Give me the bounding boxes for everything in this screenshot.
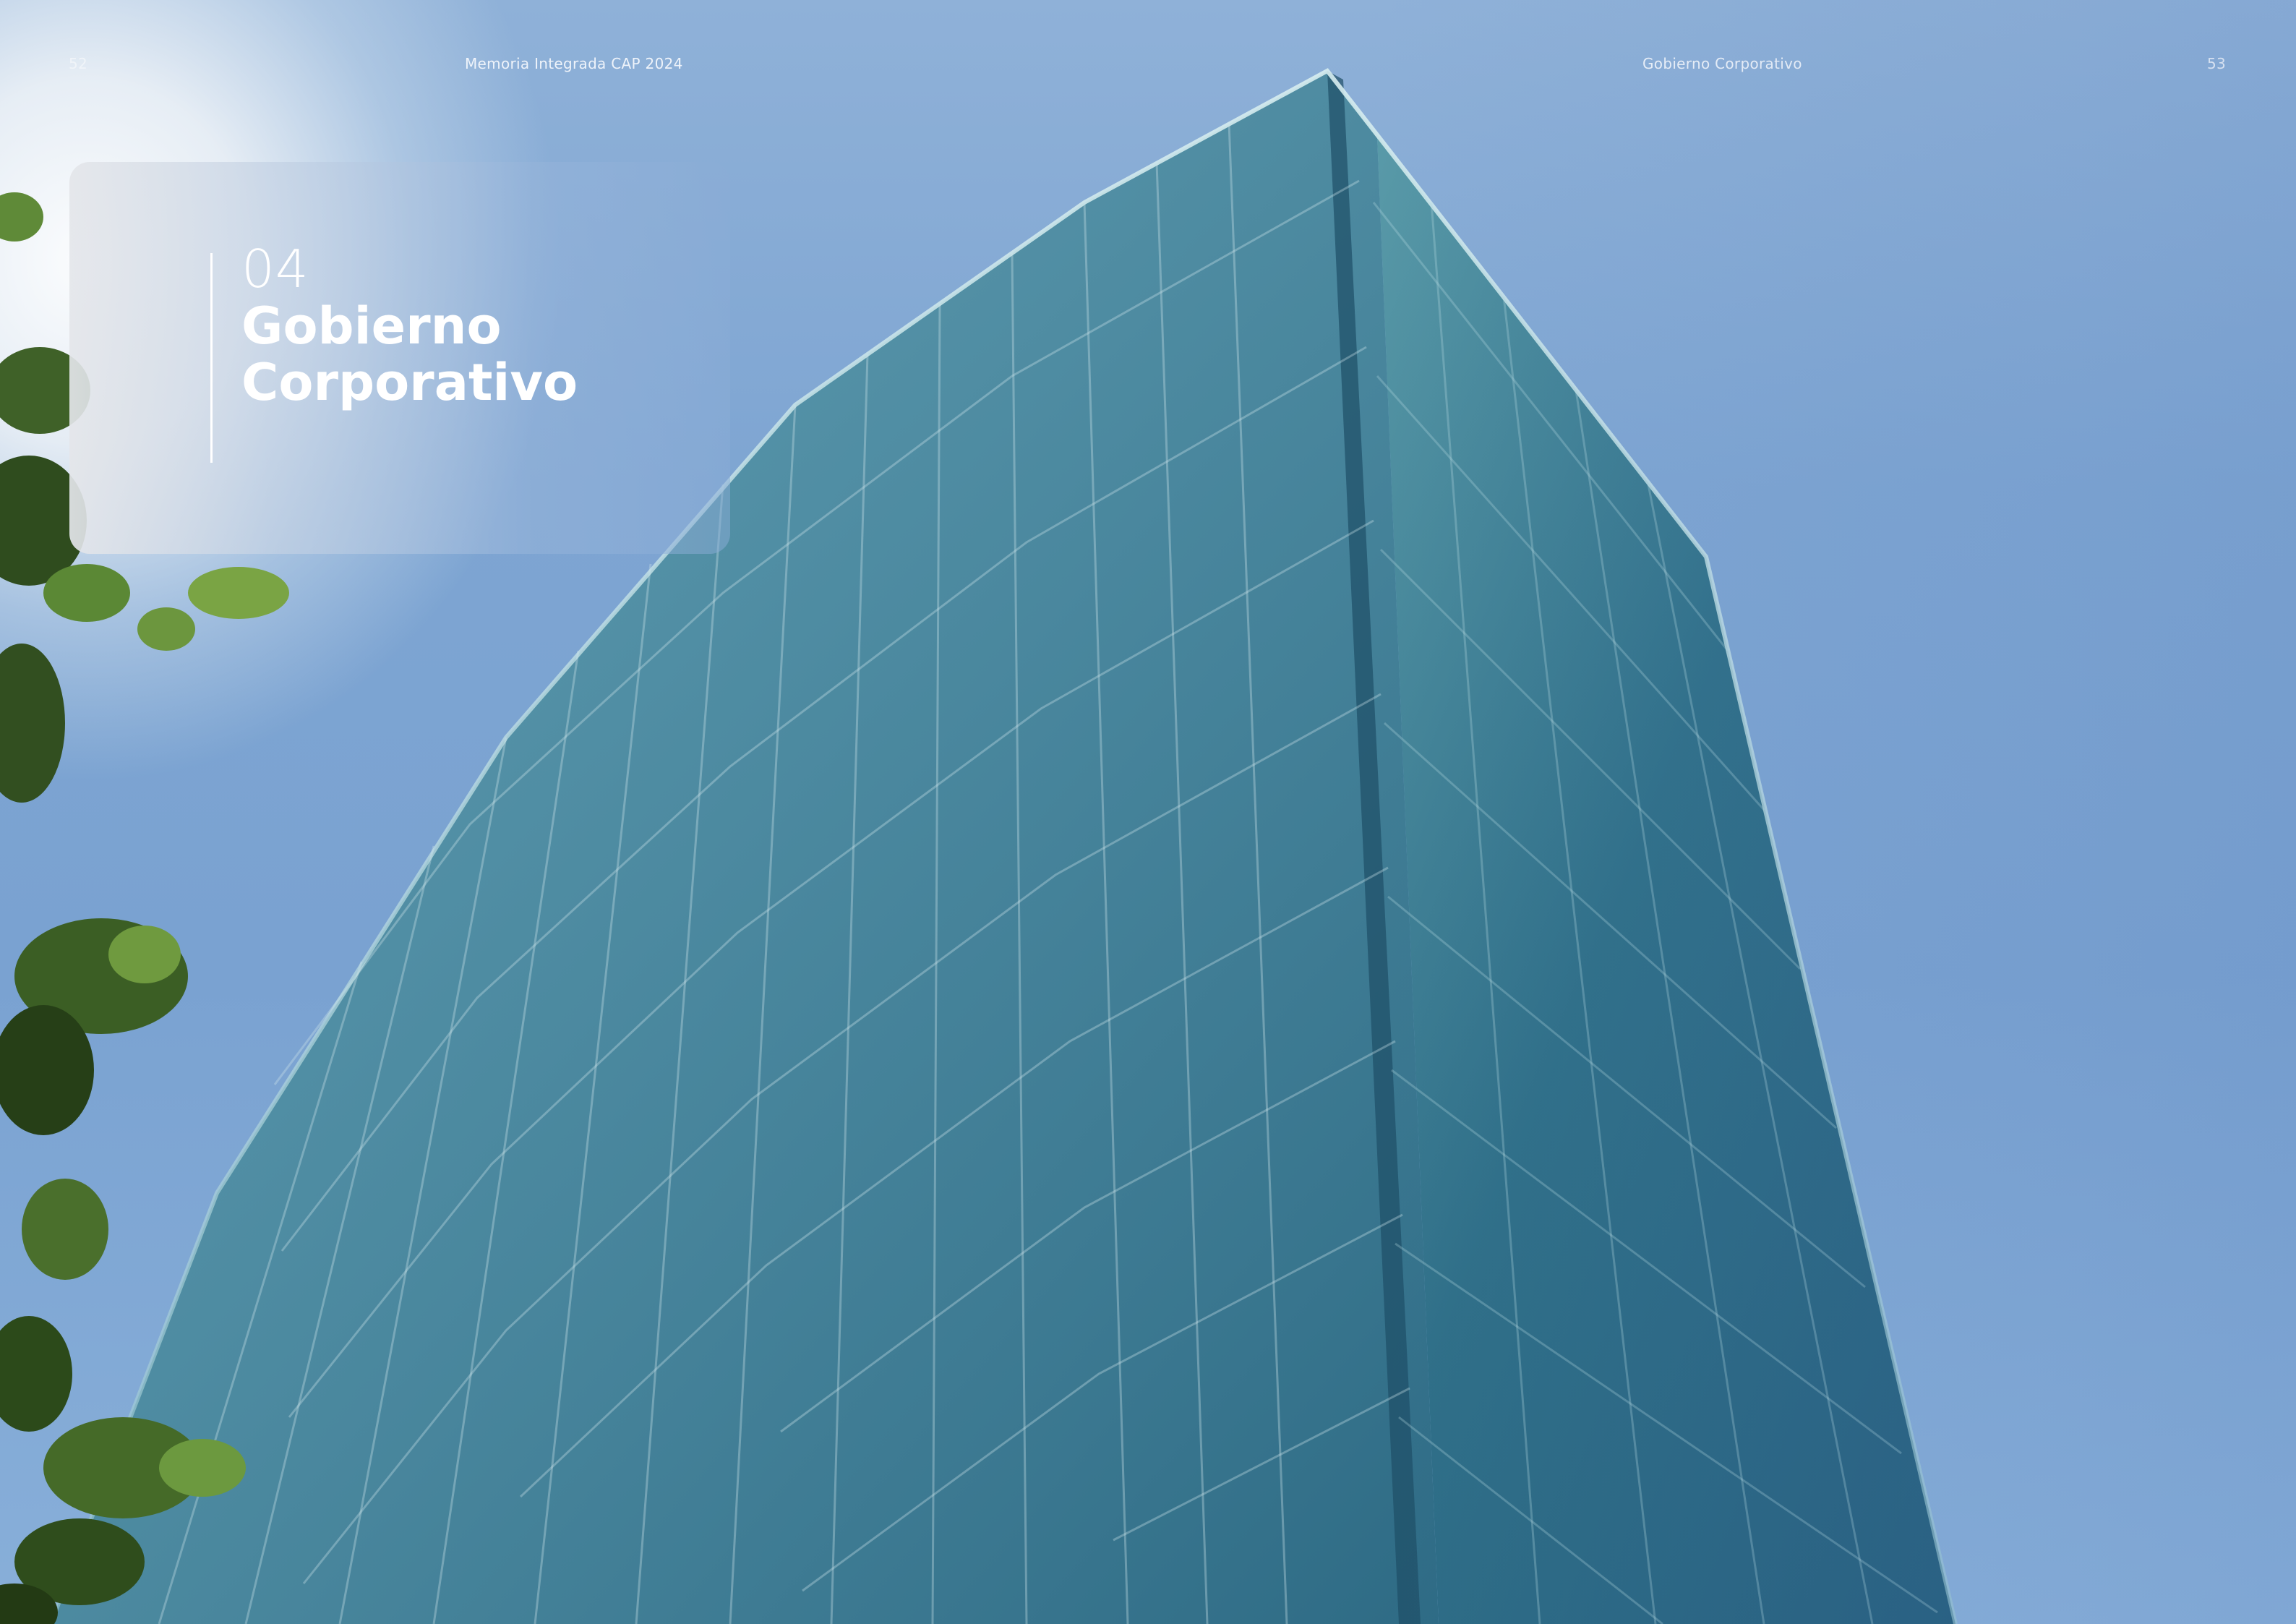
report-spread: 52 Memoria Integrada CAP 2024 Gobierno C… [0,0,2296,1624]
left-running-title: Memoria Integrada CAP 2024 [465,55,683,72]
chapter-title: Gobierno Corporativo [241,296,578,412]
right-running-title: Gobierno Corporativo [1642,55,1802,72]
right-page-number: 53 [2207,55,2227,72]
chapter-number: 04 [241,239,309,299]
left-page-number: 52 [69,55,88,72]
chapter-title-rule [210,253,213,463]
